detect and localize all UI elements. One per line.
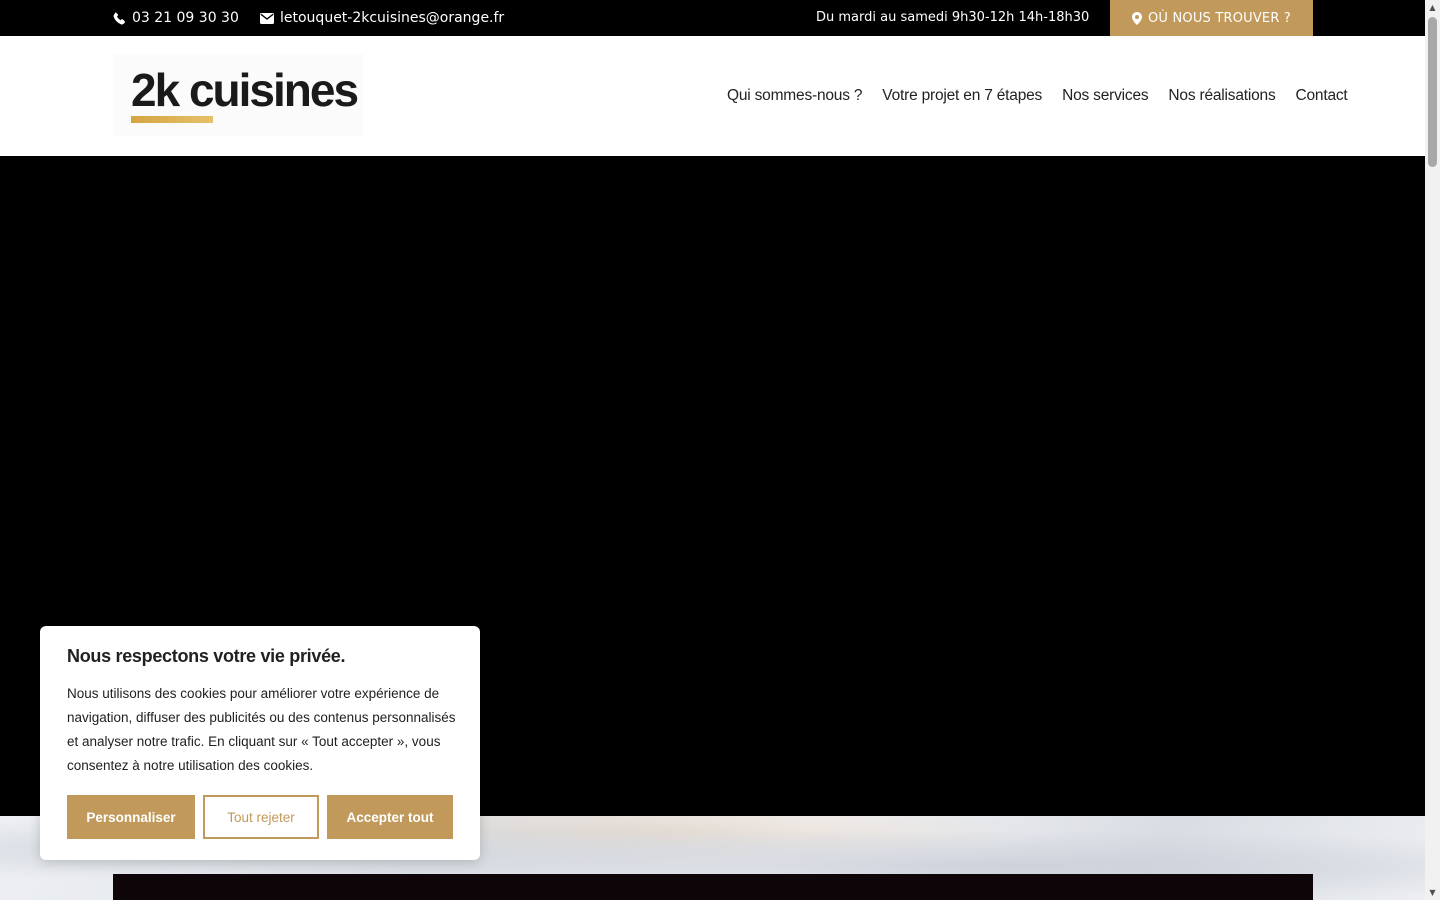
- accept-all-button[interactable]: Accepter tout: [327, 795, 453, 839]
- top-bar: 03 21 09 30 30 letouquet-2kcuisines@oran…: [0, 0, 1425, 36]
- find-us-button[interactable]: OÙ NOUS TROUVER ?: [1110, 0, 1313, 36]
- scrollbar-thumb[interactable]: [1428, 17, 1437, 167]
- email-address[interactable]: letouquet-2kcuisines@orange.fr: [280, 10, 504, 26]
- cookie-description: Nous utilisons des cookies pour améliore…: [67, 686, 456, 773]
- scroll-down-arrow-icon[interactable]: ▼: [1425, 885, 1440, 900]
- nav-item-contact[interactable]: Contact: [1296, 87, 1348, 105]
- opening-hours: Du mardi au samedi 9h30-12h 14h-18h30: [816, 10, 1090, 25]
- logo[interactable]: 2k cuisines: [113, 54, 363, 136]
- logo-text: 2k cuisines: [131, 64, 359, 116]
- site-header: 2k cuisines Qui sommes-nous ? Votre proj…: [0, 36, 1425, 156]
- envelope-icon: [260, 12, 274, 24]
- nav-item-realisations[interactable]: Nos réalisations: [1168, 87, 1275, 105]
- main-nav: Qui sommes-nous ? Votre projet en 7 étap…: [727, 36, 1348, 156]
- find-us-label: OÙ NOUS TROUVER ?: [1147, 10, 1292, 26]
- phone-contact[interactable]: 03 21 09 30 30: [113, 0, 239, 36]
- customize-button[interactable]: Personnaliser: [67, 795, 195, 839]
- nav-item-services[interactable]: Nos services: [1062, 87, 1149, 105]
- map-marker-icon: [1131, 11, 1142, 25]
- nav-item-about[interactable]: Qui sommes-nous ?: [727, 87, 862, 105]
- phone-icon: [113, 11, 126, 25]
- phone-number[interactable]: 03 21 09 30 30: [132, 10, 239, 26]
- content-block: [113, 874, 1313, 900]
- logo-underline: [131, 116, 213, 123]
- email-contact[interactable]: letouquet-2kcuisines@orange.fr: [260, 0, 504, 36]
- nav-item-project-steps[interactable]: Votre projet en 7 étapes: [882, 87, 1042, 105]
- page-scrollbar[interactable]: ▲ ▼: [1425, 0, 1440, 900]
- cookie-title: Nous respectons votre vie privée.: [67, 646, 346, 666]
- cookie-consent-banner: Nous respectons votre vie privée. Nous u…: [40, 626, 480, 860]
- scroll-up-arrow-icon[interactable]: ▲: [1425, 0, 1440, 15]
- reject-all-button[interactable]: Tout rejeter: [203, 795, 319, 839]
